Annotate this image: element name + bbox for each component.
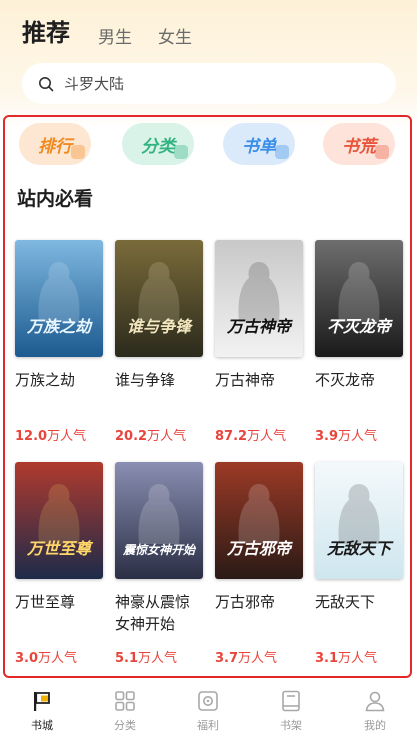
cover-art: 谁与争锋 <box>115 240 203 357</box>
book-cover[interactable]: 万古神帝 <box>215 240 303 357</box>
cover-art: 万古神帝 <box>215 240 303 357</box>
cover-title: 万世至尊 <box>26 539 94 558</box>
cover-title: 万古神帝 <box>226 317 293 336</box>
nav-label: 分类 <box>114 719 136 732</box>
category-pills: 排行 分类 书单 书荒 <box>19 123 399 167</box>
gift-icon <box>198 691 218 711</box>
pill-category[interactable]: 分类 <box>122 123 194 165</box>
book-cover[interactable]: 震惊女神开始 <box>115 462 203 579</box>
nav-label: 书城 <box>31 719 53 732</box>
tab-female[interactable]: 女生 <box>158 26 192 50</box>
book-title[interactable]: 不灭龙帝 <box>315 369 407 391</box>
book-title[interactable]: 万古神帝 <box>215 369 307 391</box>
cover-title: 谁与争锋 <box>127 317 194 336</box>
book-card[interactable]: 不灭龙帝 不灭龙帝 <box>315 240 405 391</box>
book-popularity: 3.9万人气 <box>315 429 378 444</box>
book-card[interactable]: 无敌天下 无敌天下 <box>315 462 405 613</box>
pill-label: 分类 <box>141 136 175 157</box>
book-title[interactable]: 万族之劫 <box>15 369 107 391</box>
pill-label: 书单 <box>242 136 276 157</box>
book-popularity: 12.0万人气 <box>15 429 87 444</box>
cover-title: 万族之劫 <box>26 317 93 336</box>
cover-art: 万古邪帝 <box>215 462 303 579</box>
pill-booklist[interactable]: 书单 <box>223 123 295 165</box>
pill-label: 书荒 <box>342 136 376 157</box>
pill-label: 排行 <box>38 136 72 157</box>
cover-art: 震惊女神开始 <box>115 462 203 579</box>
book-card[interactable]: 万古邪帝 万古邪帝 <box>215 462 305 613</box>
cover-art: 万世至尊 <box>15 462 103 579</box>
book-popularity: 3.7万人气 <box>215 651 278 666</box>
nav-bookshelf[interactable]: 书架 <box>261 689 321 733</box>
book-popularity: 5.1万人气 <box>115 651 178 666</box>
cover-art: 不灭龙帝 <box>315 240 403 357</box>
book-popularity: 3.1万人气 <box>315 651 378 666</box>
book-cover[interactable]: 无敌天下 <box>315 462 403 579</box>
cover-title: 无敌天下 <box>326 539 394 558</box>
search-icon <box>39 76 54 91</box>
cover-title: 震惊女神开始 <box>122 543 197 557</box>
book-card[interactable]: 万古神帝 万古神帝 <box>215 240 305 391</box>
book-cover[interactable]: 万族之劫 <box>15 240 103 357</box>
pill-decoration <box>71 145 85 159</box>
pill-decoration <box>375 145 389 159</box>
book-card[interactable]: 谁与争锋 谁与争锋 <box>115 240 205 391</box>
bottom-nav: 书城 分类 福利 书架 我的 <box>0 683 417 741</box>
nav-profile[interactable]: 我的 <box>345 689 405 733</box>
book-card[interactable]: 震惊女神开始 神豪从震惊女神开始 <box>115 462 205 635</box>
pill-decoration <box>275 145 289 159</box>
book-title[interactable]: 神豪从震惊女神开始 <box>115 591 201 635</box>
tab-recommend[interactable]: 推荐 <box>22 16 70 50</box>
nav-label: 书架 <box>280 719 302 732</box>
book-title[interactable]: 无敌天下 <box>315 591 407 613</box>
tab-male[interactable]: 男生 <box>98 26 132 50</box>
book-popularity: 87.2万人气 <box>215 429 287 444</box>
cover-title: 万古邪帝 <box>226 539 293 558</box>
pill-book-shortage[interactable]: 书荒 <box>323 123 395 165</box>
nav-category[interactable]: 分类 <box>95 689 155 733</box>
grid-icon <box>115 691 135 711</box>
book-card[interactable]: 万世至尊 万世至尊 <box>15 462 105 613</box>
book-title[interactable]: 万古邪帝 <box>215 591 307 613</box>
book-card[interactable]: 万族之劫 万族之劫 <box>15 240 105 391</box>
book-title[interactable]: 万世至尊 <box>15 591 107 613</box>
book-cover[interactable]: 不灭龙帝 <box>315 240 403 357</box>
cover-art: 无敌天下 <box>315 462 403 579</box>
search-placeholder: 斗罗大陆 <box>64 75 125 93</box>
nav-label: 福利 <box>197 719 219 732</box>
pill-ranking[interactable]: 排行 <box>19 123 91 165</box>
book-popularity: 3.0万人气 <box>15 651 78 666</box>
book-popularity: 20.2万人气 <box>115 429 187 444</box>
search-bar[interactable]: 斗罗大陆 <box>22 63 396 104</box>
cover-art: 万族之劫 <box>15 240 103 357</box>
cover-title: 不灭龙帝 <box>327 317 393 336</box>
profile-icon <box>365 691 385 712</box>
section-title: 站内必看 <box>17 188 94 210</box>
book-cover[interactable]: 万古邪帝 <box>215 462 303 579</box>
bookstore-icon <box>34 692 50 711</box>
nav-welfare[interactable]: 福利 <box>178 689 238 733</box>
nav-bookstore[interactable]: 书城 <box>12 689 72 733</box>
book-cover[interactable]: 万世至尊 <box>15 462 103 579</box>
pill-decoration <box>174 145 188 159</box>
top-tabs: 推荐 男生 女生 <box>22 14 218 50</box>
book-cover[interactable]: 谁与争锋 <box>115 240 203 357</box>
book-title[interactable]: 谁与争锋 <box>115 369 207 391</box>
nav-label: 我的 <box>364 719 386 732</box>
bookshelf-icon <box>282 690 300 712</box>
